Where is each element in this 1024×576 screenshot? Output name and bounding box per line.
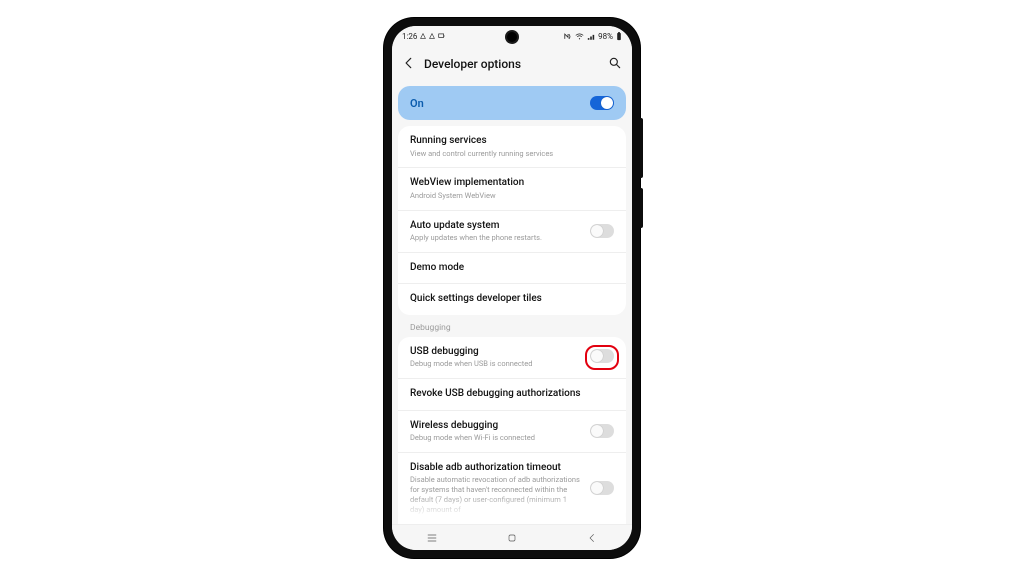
back-icon[interactable] [402, 55, 416, 74]
status-time: 1:26 [402, 32, 417, 41]
row-title: Revoke USB debugging authorizations [410, 388, 614, 401]
status-icon [438, 33, 445, 39]
row-title: Disable adb authorization timeout [410, 462, 582, 475]
row-title: WebView implementation [410, 177, 614, 190]
section-label-debugging: Debugging [398, 315, 626, 337]
row-usb-debugging[interactable]: USB debugging Debug mode when USB is con… [398, 337, 626, 379]
header-bar: Developer options [392, 46, 632, 82]
row-subtitle: Disable automatic revocation of adb auth… [410, 475, 582, 514]
row-subtitle: Debug mode when Wi-Fi is connected [410, 433, 582, 443]
screen: 1:26 98% Developer options [392, 26, 632, 550]
developer-options-master-toggle-banner[interactable]: On [398, 86, 626, 120]
recents-icon[interactable] [425, 531, 439, 545]
card-debugging: USB debugging Debug mode when USB is con… [398, 337, 626, 524]
search-icon[interactable] [608, 55, 622, 74]
battery-icon [616, 32, 622, 41]
side-button [640, 118, 643, 178]
row-subtitle: Android System WebView [410, 191, 614, 201]
row-running-services[interactable]: Running services View and control curren… [398, 126, 626, 168]
master-toggle[interactable] [590, 96, 614, 110]
card-general: Running services View and control curren… [398, 126, 626, 315]
usb-debugging-toggle[interactable] [590, 349, 614, 363]
adb-timeout-toggle[interactable] [590, 481, 614, 495]
row-title: Running services [410, 135, 614, 148]
row-title: Demo mode [410, 262, 614, 275]
back-nav-icon[interactable] [585, 531, 599, 545]
phone-frame: 1:26 98% Developer options [384, 18, 640, 558]
nfc-icon [564, 33, 572, 40]
row-wireless-debugging[interactable]: Wireless debugging Debug mode when Wi-Fi… [398, 411, 626, 453]
side-button [640, 188, 643, 228]
row-subtitle: Apply updates when the phone restarts. [410, 233, 582, 243]
battery-percent: 98% [598, 32, 613, 41]
row-title: Auto update system [410, 220, 582, 233]
row-quick-settings-tiles[interactable]: Quick settings developer tiles [398, 284, 626, 315]
row-title: Wireless debugging [410, 420, 582, 433]
row-webview-implementation[interactable]: WebView implementation Android System We… [398, 168, 626, 210]
navigation-bar [392, 524, 632, 550]
status-icon [429, 33, 435, 39]
row-subtitle: Debug mode when USB is connected [410, 359, 582, 369]
highlight-annotation [585, 345, 619, 370]
wifi-icon [575, 33, 584, 40]
wireless-debugging-toggle[interactable] [590, 424, 614, 438]
settings-list[interactable]: Running services View and control curren… [392, 126, 632, 524]
row-demo-mode[interactable]: Demo mode [398, 253, 626, 285]
row-subtitle: View and control currently running servi… [410, 149, 614, 159]
front-camera [507, 32, 517, 42]
row-revoke-usb-auth[interactable]: Revoke USB debugging authorizations [398, 379, 626, 411]
row-title: Quick settings developer tiles [410, 293, 614, 306]
signal-icon [587, 33, 595, 40]
home-icon[interactable] [505, 531, 519, 545]
row-auto-update-system[interactable]: Auto update system Apply updates when th… [398, 211, 626, 253]
auto-update-toggle[interactable] [590, 224, 614, 238]
row-disable-adb-timeout[interactable]: Disable adb authorization timeout Disabl… [398, 453, 626, 524]
status-icon [420, 33, 426, 39]
page-title: Developer options [424, 57, 600, 71]
row-title: USB debugging [410, 346, 582, 359]
banner-label: On [410, 97, 424, 110]
